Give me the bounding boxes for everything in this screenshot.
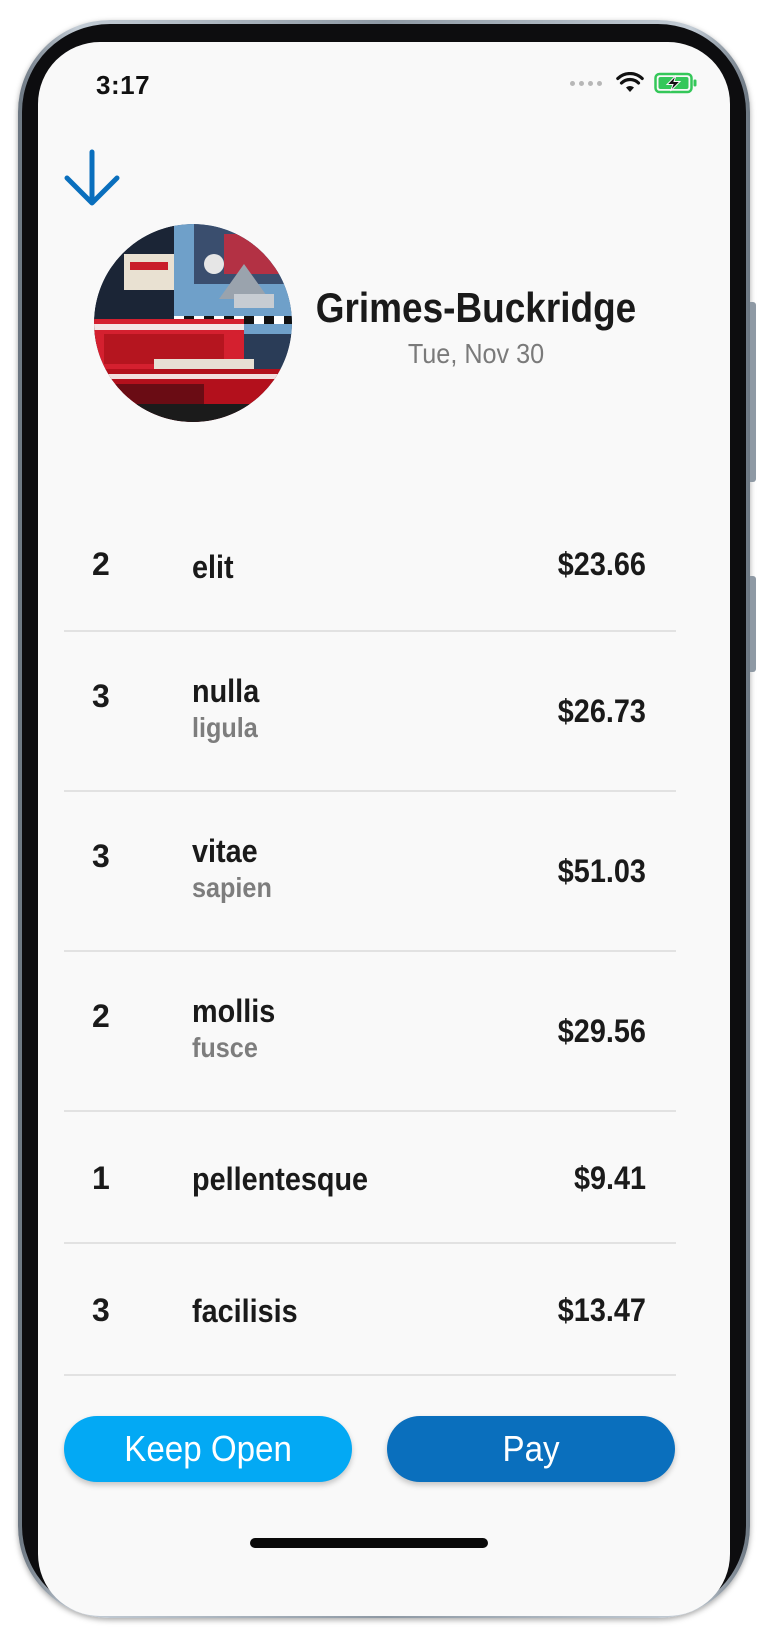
order-date: Tue, Nov 30	[407, 338, 545, 369]
list-item[interactable]: 3 nulla ligula $26.73	[64, 632, 676, 792]
pay-button[interactable]: Pay	[387, 1416, 675, 1482]
restaurant-name: Grimes-Buckridge	[315, 284, 637, 331]
arrow-down-icon	[64, 149, 120, 206]
item-price: $23.66	[557, 546, 646, 582]
item-price: $51.03	[557, 853, 646, 889]
list-item[interactable]: 3 facilisis $13.47	[64, 1244, 676, 1376]
item-text: mollis fusce	[192, 992, 284, 1066]
home-indicator[interactable]	[250, 1538, 488, 1548]
item-note: sapien	[192, 872, 272, 903]
item-quantity: 3	[92, 1292, 110, 1328]
order-items-list: 2 elit $23.66 3 nulla ligula $26.73 3 vi…	[64, 504, 676, 1376]
item-text: nulla ligula	[192, 672, 267, 746]
wifi-icon	[616, 72, 644, 92]
list-item[interactable]: 3 vitae sapien $51.03	[64, 792, 676, 952]
item-name: vitae	[192, 833, 258, 869]
item-quantity: 2	[92, 998, 110, 1034]
item-price: $13.47	[557, 1292, 646, 1328]
item-note: ligula	[192, 712, 258, 743]
item-quantity: 3	[92, 838, 110, 874]
item-name: mollis	[192, 993, 276, 1029]
back-button[interactable]	[62, 146, 122, 208]
cellular-signal-icon	[570, 80, 602, 86]
status-time: 3:17	[96, 70, 151, 100]
item-name: facilisis	[192, 1293, 298, 1329]
item-quantity: 1	[92, 1160, 110, 1196]
item-price: $29.56	[557, 1013, 646, 1049]
list-item[interactable]: 1 pellentesque $9.41	[64, 1112, 676, 1244]
action-bar: Keep Open Pay	[64, 1416, 676, 1484]
keep-open-label: Keep Open	[124, 1428, 292, 1469]
pay-label: Pay	[502, 1428, 560, 1469]
restaurant-image	[94, 224, 292, 422]
item-price: $26.73	[557, 693, 646, 729]
volume-button	[750, 302, 756, 482]
list-item[interactable]: 2 mollis fusce $29.56	[64, 952, 676, 1112]
side-button	[750, 576, 756, 672]
item-text: vitae sapien	[192, 832, 281, 906]
status-icons	[570, 72, 698, 94]
item-name: elit	[192, 549, 234, 585]
item-price: $9.41	[573, 1160, 646, 1196]
item-quantity: 2	[92, 546, 110, 582]
keep-open-button[interactable]: Keep Open	[64, 1416, 352, 1482]
item-quantity: 3	[92, 678, 110, 714]
list-item[interactable]: 2 elit $23.66	[64, 504, 676, 632]
item-name: pellentesque	[192, 1161, 369, 1197]
battery-charging-icon	[654, 72, 697, 94]
status-bar: 3:17	[38, 42, 730, 122]
item-note: fusce	[192, 1032, 258, 1063]
item-text: facilisis	[192, 1292, 309, 1330]
item-name: nulla	[192, 673, 260, 709]
app-screen: 3:17 Grimes-Buckridge Tue, Nov 30 2 elit…	[38, 42, 730, 1616]
item-text: elit	[192, 548, 238, 586]
item-text: pellentesque	[192, 1160, 388, 1198]
